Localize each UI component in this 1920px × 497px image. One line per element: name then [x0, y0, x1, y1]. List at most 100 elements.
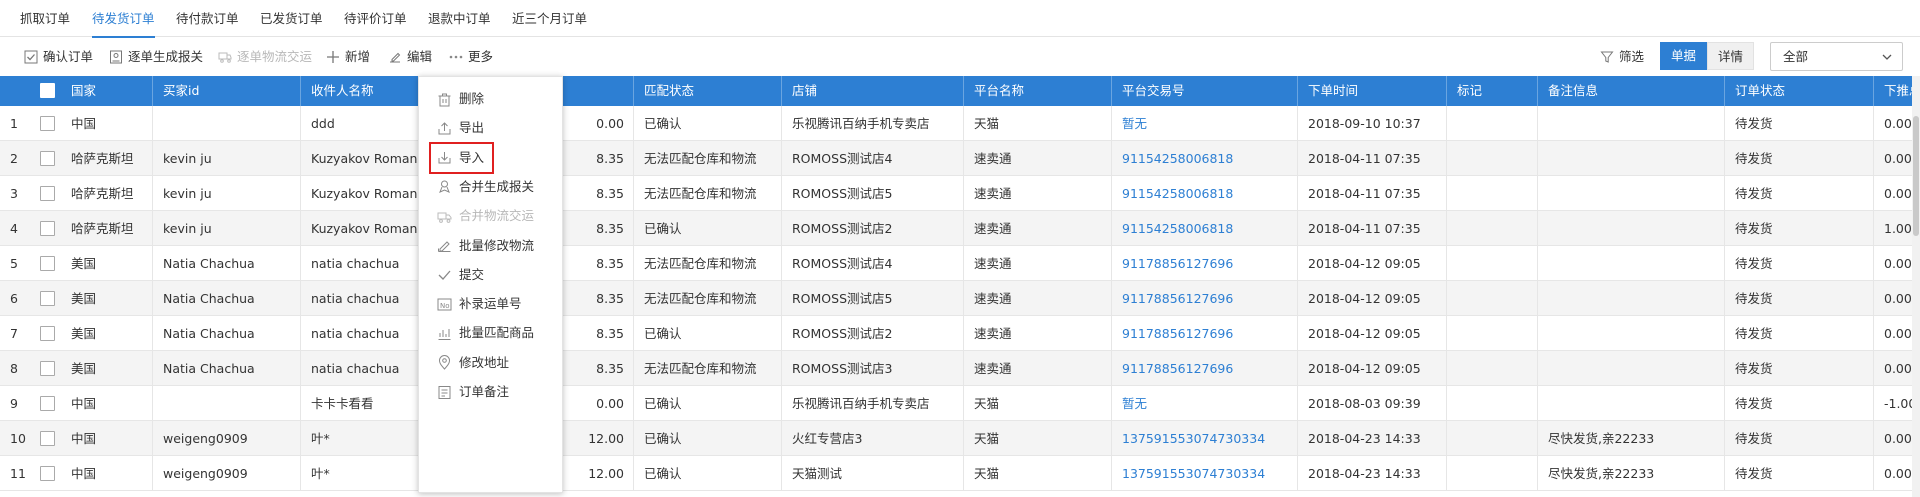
- cell-match-status: 已确认: [634, 456, 782, 491]
- cell-platform-trade-no[interactable]: 暂无: [1112, 386, 1298, 421]
- menu-item-export[interactable]: 导出: [437, 116, 484, 140]
- select-all-checkbox[interactable]: [40, 83, 55, 98]
- menu-item-merge-declare[interactable]: 合并生成报关: [437, 175, 534, 199]
- cell-platform-trade-no[interactable]: 91154258006818: [1112, 211, 1298, 246]
- more-button[interactable]: 更多: [449, 47, 493, 67]
- cell-order-time: 2018-04-12 09:05: [1298, 281, 1447, 316]
- menu-item-import[interactable]: 导入: [428, 141, 495, 174]
- row-checkbox[interactable]: [40, 151, 55, 166]
- cell-platform-trade-no[interactable]: 91154258006818: [1112, 141, 1298, 176]
- column-header-order-status[interactable]: 订单状态: [1725, 76, 1874, 106]
- row-checkbox[interactable]: [40, 466, 55, 481]
- filter-label: 筛选: [1619, 49, 1645, 64]
- row-checkbox[interactable]: [40, 291, 55, 306]
- table-row[interactable]: 1 中国 ddd 0.00 已确认 乐视腾讯百纳手机专卖店 天猫 暂无 2018-09-10 1…: [0, 106, 1920, 141]
- row-checkbox[interactable]: [40, 186, 55, 201]
- menu-item-edit-address[interactable]: 修改地址: [437, 351, 509, 375]
- column-header-match-status[interactable]: 匹配状态: [634, 76, 782, 106]
- row-index: 4: [10, 221, 18, 236]
- column-header-order-time[interactable]: 下单时间: [1298, 76, 1447, 106]
- row-checkbox[interactable]: [40, 256, 55, 271]
- table-row[interactable]: 5 美国 Natia Chachua natia chachua 8.35 无法匹配仓库和…: [0, 246, 1920, 281]
- table-row[interactable]: 10 中国 weigeng0909 叶* 12.00 已确认 火红专营店3 天猫 1375915…: [0, 421, 1920, 456]
- row-checkbox[interactable]: [40, 221, 55, 236]
- tab-pending-payment[interactable]: 待付款订单: [176, 8, 239, 30]
- menu-item-supplement-waybill[interactable]: No 补录运单号: [437, 292, 522, 316]
- merge-declare-icon: [439, 180, 450, 194]
- cell-platform-trade-no[interactable]: 91178856127696: [1112, 246, 1298, 281]
- cell-match-status: 无法匹配仓库和物流: [634, 281, 782, 316]
- column-header-mark[interactable]: 标记: [1447, 76, 1538, 106]
- table-row[interactable]: 9 中国 卡卡卡看看 0.00 已确认 乐视腾讯百纳手机专卖店 天猫 暂无 2018-08-03…: [0, 386, 1920, 421]
- filter-button[interactable]: 筛选: [1600, 47, 1644, 67]
- check-icon: [438, 270, 451, 281]
- row-checkbox[interactable]: [40, 116, 55, 131]
- cell-platform-trade-no[interactable]: 91178856127696: [1112, 281, 1298, 316]
- scrollbar-thumb[interactable]: [1913, 116, 1919, 236]
- tab-pending-review[interactable]: 待评价订单: [344, 8, 407, 30]
- cell-order-status: 待发货: [1725, 456, 1874, 491]
- cell-remark: [1538, 351, 1725, 386]
- view-list-button[interactable]: 单据: [1660, 42, 1707, 70]
- cell-platform-trade-no[interactable]: 91154258006818: [1112, 176, 1298, 211]
- cell-platform-trade-no[interactable]: 137591553074730334: [1112, 421, 1298, 456]
- cell-order-status: 待发货: [1725, 316, 1874, 351]
- edit-label: 编辑: [407, 49, 433, 64]
- table-row[interactable]: 8 美国 Natia Chachua natia chachua 8.35 无法匹配仓库和…: [0, 351, 1920, 386]
- table-row[interactable]: 6 美国 Natia Chachua natia chachua 8.35 无法匹配仓库和…: [0, 281, 1920, 316]
- vertical-scrollbar[interactable]: [1912, 76, 1920, 497]
- tab-refunding[interactable]: 退款中订单: [428, 8, 491, 30]
- declare-icon: [110, 50, 122, 64]
- row-checkbox[interactable]: [40, 361, 55, 376]
- add-button[interactable]: 新增: [326, 47, 370, 67]
- row-index: 3: [10, 186, 18, 201]
- menu-item-batch-edit-logistics[interactable]: 批量修改物流: [437, 234, 534, 258]
- row-checkbox[interactable]: [40, 326, 55, 341]
- column-header-platform-name[interactable]: 平台名称: [964, 76, 1112, 106]
- cell-match-status: 已确认: [634, 386, 782, 421]
- cell-buyer-id: [153, 386, 301, 421]
- confirm-order-button[interactable]: 确认订单: [24, 47, 93, 67]
- menu-item-delete[interactable]: 删除: [437, 87, 484, 111]
- tab-recent-three-months[interactable]: 近三个月订单: [512, 8, 587, 30]
- menu-item-batch-match-goods[interactable]: 批量匹配商品: [437, 321, 534, 345]
- row-index: 9: [10, 396, 18, 411]
- deliver-each-button[interactable]: 逐单物流交运: [218, 47, 312, 67]
- column-header-country[interactable]: 国家: [61, 76, 153, 106]
- tab-grab-orders[interactable]: 抓取订单: [20, 8, 70, 30]
- table-row[interactable]: 2 哈萨克斯坦 kevin ju Kuzyakov Roman 8.35 无法匹配仓库和物…: [0, 141, 1920, 176]
- cell-match-status: 已确认: [634, 211, 782, 246]
- column-header-shop[interactable]: 店铺: [782, 76, 964, 106]
- cell-platform-trade-no[interactable]: 91178856127696: [1112, 351, 1298, 386]
- column-header-platform-trade-no[interactable]: 平台交易号: [1112, 76, 1298, 106]
- row-checkbox[interactable]: [40, 431, 55, 446]
- cell-platform-name: 天猫: [964, 421, 1112, 456]
- cell-buyer-id: Natia Chachua: [153, 246, 301, 281]
- batch-edit-icon: [438, 241, 451, 252]
- cell-country: 哈萨克斯坦: [61, 141, 153, 176]
- row-checkbox[interactable]: [40, 396, 55, 411]
- cell-platform-trade-no[interactable]: 137591553074730334: [1112, 456, 1298, 491]
- menu-item-submit[interactable]: 提交: [437, 263, 484, 287]
- status-select[interactable]: 全部: [1770, 42, 1903, 71]
- view-detail-button[interactable]: 详情: [1707, 42, 1754, 70]
- cell-remark: [1538, 106, 1725, 141]
- cell-mark: [1447, 176, 1538, 211]
- cell-order-status: 待发货: [1725, 246, 1874, 281]
- menu-item-label: 修改地址: [459, 354, 510, 370]
- column-header-remark[interactable]: 备注信息: [1538, 76, 1725, 106]
- table-row[interactable]: 4 哈萨克斯坦 kevin ju Kuzyakov Roman 8.35 已确认 ROMOS…: [0, 211, 1920, 246]
- cell-platform-trade-no[interactable]: 91178856127696: [1112, 316, 1298, 351]
- edit-button[interactable]: 编辑: [388, 47, 432, 67]
- cell-match-status: 无法匹配仓库和物流: [634, 246, 782, 281]
- tab-shipped[interactable]: 已发货订单: [260, 8, 323, 30]
- menu-item-order-note[interactable]: 订单备注: [437, 380, 509, 404]
- table-row[interactable]: 7 美国 Natia Chachua natia chachua 8.35 已确认 ROMO…: [0, 316, 1920, 351]
- table-row[interactable]: 3 哈萨克斯坦 kevin ju Kuzyakov Roman 8.35 无法匹配仓库和物…: [0, 176, 1920, 211]
- table-row[interactable]: 11 中国 weigeng0909 叶* 12.00 已确认 天猫测试 天猫 137591553…: [0, 456, 1920, 491]
- tab-pending-shipment[interactable]: 待发货订单: [92, 8, 155, 38]
- column-header-buyer-id[interactable]: 买家id: [153, 76, 301, 106]
- cell-platform-trade-no[interactable]: 暂无: [1112, 106, 1298, 141]
- declare-each-button[interactable]: 逐单生成报关: [109, 47, 203, 67]
- menu-item-merge-deliver[interactable]: 合并物流交运: [437, 204, 534, 228]
